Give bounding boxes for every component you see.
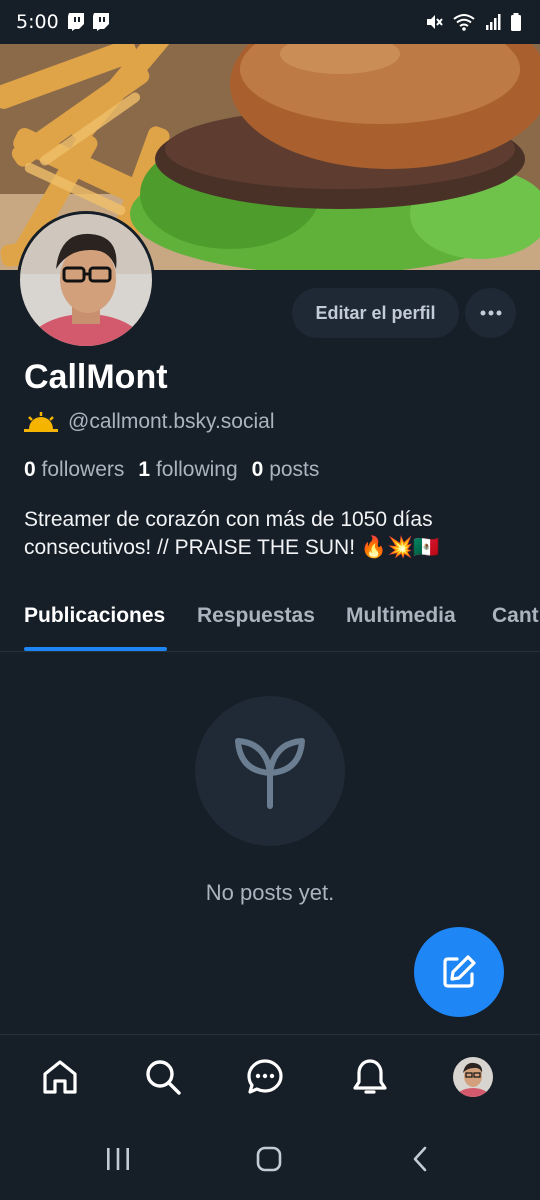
- following-count: 1: [138, 458, 151, 481]
- handle-row: @callmont.bsky.social: [24, 410, 275, 434]
- bio-line-1: Streamer de corazón con más de 1050 días: [24, 508, 433, 531]
- compose-button[interactable]: [414, 927, 504, 1017]
- profile-handle: @callmont.bsky.social: [68, 410, 275, 433]
- sunrise-icon: [24, 412, 58, 432]
- recents-button[interactable]: [104, 1146, 132, 1172]
- followers-link[interactable]: 0 followers: [24, 458, 124, 482]
- bio-line-2: consecutivos! // PRAISE THE SUN! 🔥💥🇲🇽: [24, 536, 440, 559]
- tab-publicaciones[interactable]: Publicaciones: [24, 604, 165, 628]
- avatar-thumbnail: [453, 1057, 493, 1097]
- empty-state-message: No posts yet.: [205, 880, 335, 905]
- home-icon: [256, 1146, 282, 1172]
- wifi-icon: [453, 14, 475, 31]
- compose-icon: [443, 955, 476, 988]
- ellipsis-icon: [480, 310, 501, 316]
- status-right: [425, 13, 522, 31]
- search-icon: [146, 1060, 181, 1095]
- following-label: following: [155, 458, 238, 481]
- avatar: [453, 1057, 493, 1097]
- followers-count: 0: [24, 458, 36, 481]
- more-options-button[interactable]: [465, 288, 516, 338]
- system-navigation-bar: [0, 1118, 540, 1200]
- nav-notifications-button[interactable]: [348, 1055, 392, 1099]
- nav-home-button[interactable]: [38, 1055, 82, 1099]
- recents-icon: [107, 1148, 129, 1170]
- bottom-navigation: [0, 1034, 540, 1118]
- display-name: CallMont: [24, 358, 168, 396]
- active-tab-indicator: [24, 647, 167, 651]
- status-time: 5:00: [16, 11, 59, 33]
- home-icon: [43, 1060, 77, 1094]
- tab-cant[interactable]: Cant: [492, 604, 539, 628]
- back-button[interactable]: [410, 1146, 430, 1172]
- tab-respuestas[interactable]: Respuestas: [197, 604, 315, 628]
- edit-profile-button[interactable]: Editar el perfil: [292, 288, 459, 338]
- profile-tabs: Publicaciones Respuestas Multimedia Cant: [0, 590, 540, 652]
- mute-icon: [427, 15, 443, 29]
- battery-icon: [511, 13, 521, 31]
- posts-count: 0: [251, 458, 264, 481]
- system-home-button[interactable]: [256, 1146, 282, 1172]
- nav-profile-button[interactable]: [451, 1055, 495, 1099]
- empty-state-icon-circle: [195, 696, 345, 846]
- bell-icon: [353, 1059, 387, 1094]
- twitch-icon: [67, 13, 84, 31]
- avatar-image: [20, 214, 152, 346]
- tab-multimedia[interactable]: Multimedia: [346, 604, 456, 628]
- profile-avatar[interactable]: [17, 211, 155, 349]
- nav-chat-button[interactable]: [243, 1055, 287, 1099]
- profile-bio: Streamer de corazón con más de 1050 días…: [24, 506, 524, 562]
- sprout-icon: [235, 738, 305, 809]
- nav-search-button[interactable]: [141, 1055, 185, 1099]
- posts-label: posts: [269, 458, 320, 481]
- status-left: 5:00: [16, 11, 109, 33]
- signal-icon: [486, 14, 501, 30]
- followers-label: followers: [41, 458, 125, 481]
- following-link[interactable]: 1 following: [138, 458, 237, 482]
- status-bar: 5:00: [0, 0, 540, 44]
- posts-stat: 0 posts: [252, 458, 320, 482]
- back-icon: [413, 1146, 427, 1172]
- chat-icon: [247, 1059, 283, 1094]
- twitch-icon: [92, 13, 109, 31]
- profile-stats: 0 followers 1 following 0 posts: [24, 458, 319, 482]
